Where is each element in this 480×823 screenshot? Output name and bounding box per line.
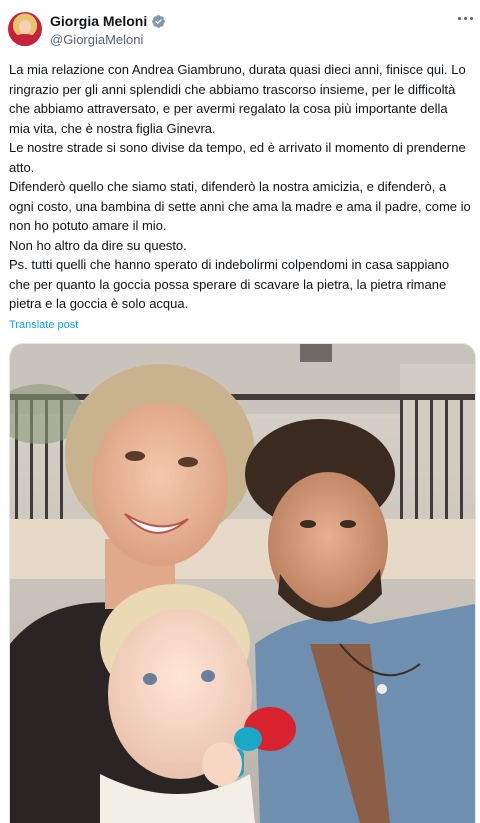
avatar-face: [19, 20, 31, 34]
translate-post-link[interactable]: Translate post: [9, 319, 78, 331]
user-handle[interactable]: @GiorgiaMeloni: [50, 32, 143, 47]
post: Giorgia Meloni @GiorgiaMeloni La mia rel…: [0, 0, 480, 823]
avatar-dress: [12, 34, 38, 46]
post-paragraph: Non ho altro da dire su questo.: [9, 237, 187, 253]
post-paragraph: La mia relazione con Andrea Giambruno, d…: [9, 62, 466, 136]
verified-badge-icon: [152, 14, 166, 28]
post-text: La mia relazione con Andrea Giambruno, d…: [9, 60, 471, 314]
more-horizontal-icon[interactable]: [458, 14, 474, 22]
display-name[interactable]: Giorgia Meloni: [50, 13, 147, 29]
avatar[interactable]: [8, 12, 42, 46]
post-paragraph: Le nostre strade si sono divise da tempo…: [9, 140, 466, 175]
post-paragraph: Difenderò quello che siamo stati, difend…: [9, 179, 471, 233]
post-photo[interactable]: [9, 343, 476, 823]
post-paragraph: Ps. tutti quelli che hanno sperato di in…: [9, 257, 450, 311]
author-name-row: Giorgia Meloni: [50, 13, 166, 29]
family-photo: [10, 344, 475, 823]
